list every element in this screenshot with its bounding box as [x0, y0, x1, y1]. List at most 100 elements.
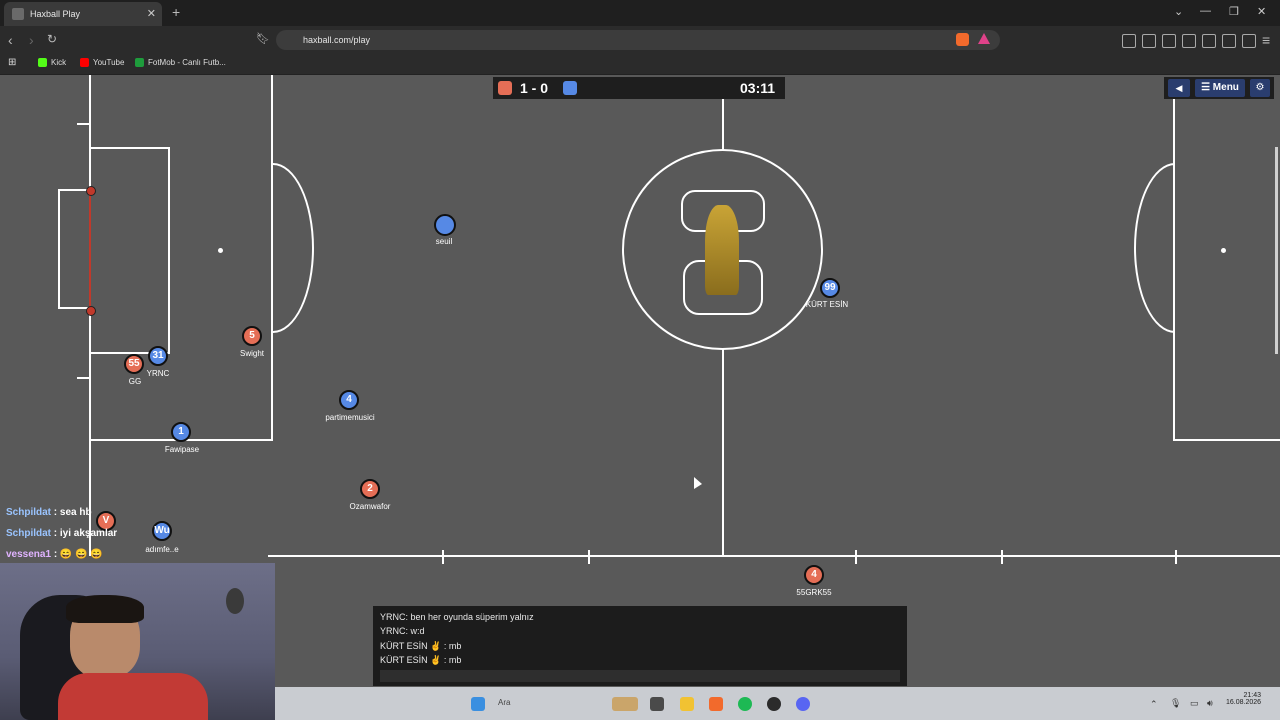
bookmark-label: Kick: [51, 58, 67, 67]
sidebar-icon[interactable]: [1182, 34, 1196, 48]
obs-icon[interactable]: [767, 697, 781, 711]
player-disc: [434, 214, 456, 236]
sideline-tick: [588, 550, 590, 564]
player-name: partimemusici: [325, 413, 375, 422]
penalty-arc: [273, 163, 314, 333]
player-disc: 31: [148, 346, 168, 366]
player-name: KÜRT ESİN: [805, 300, 849, 309]
streamer-hair: [66, 595, 144, 623]
sideline-tick: [855, 550, 857, 564]
player-disc: 5: [242, 326, 262, 346]
chat-message: KÜRT ESİN ✌ : mb: [380, 655, 462, 665]
clock-date: 16.08.2026: [1226, 699, 1262, 706]
tab-search-icon[interactable]: ⌄: [1174, 5, 1183, 18]
left-goal-net: [58, 189, 89, 309]
clock[interactable]: 21:43 16.08.2026: [1226, 692, 1261, 706]
taskbar-search[interactable]: Ara: [498, 698, 510, 707]
overlay-chat-message: : iyi akşamlar: [53, 528, 118, 539]
network-icon[interactable]: ▭: [1190, 698, 1199, 709]
minimize-icon[interactable]: —: [1200, 5, 1211, 17]
goal-box-side: [168, 147, 170, 354]
maximize-icon[interactable]: ❐: [1229, 5, 1239, 18]
player-disc: 55: [124, 354, 144, 374]
left-tick: [77, 377, 89, 379]
trophy-icon: [705, 205, 739, 295]
start-icon[interactable]: [471, 697, 485, 711]
webcam-overlay: [0, 563, 275, 720]
player-name: Swight: [239, 349, 265, 358]
penalty-area-side: [271, 75, 273, 441]
omnibox[interactable]: [276, 30, 1000, 50]
tab-title: Haxball Play: [30, 9, 81, 19]
right-penalty-area-bottom: [1173, 439, 1280, 441]
player-disc: 1: [171, 422, 191, 442]
overlay-chat-user: Schpildat: [6, 507, 52, 518]
url-text[interactable]: haxball.com/play: [303, 35, 370, 45]
bookmark-icon[interactable]: 🔖︎: [256, 32, 270, 45]
sound-icon[interactable]: ◀: [1168, 79, 1190, 97]
reload-icon[interactable]: ↻: [47, 32, 57, 46]
player-name: YRNC: [146, 369, 170, 378]
scrollbar[interactable]: [1275, 147, 1278, 354]
microphone-icon[interactable]: 🎙︎: [1170, 698, 1181, 709]
overlay-chat-user: Schpildat: [6, 528, 52, 539]
bookmark-youtube[interactable]: YouTube: [80, 58, 124, 68]
mouse-cursor-icon: [694, 477, 702, 489]
brave-icon[interactable]: [709, 697, 723, 711]
left-goal-mouth: [89, 190, 91, 310]
vpn-icon[interactable]: [1242, 34, 1256, 48]
bookmark-label: FotMob - Canlı Futb...: [148, 58, 226, 67]
task-view-icon[interactable]: [650, 697, 664, 711]
kick-icon: [38, 58, 47, 68]
tab-haxball[interactable]: Haxball Play ✕: [4, 2, 162, 26]
penalty-spot: [218, 248, 223, 253]
spotify-icon[interactable]: [738, 697, 752, 711]
bookmark-fotmob[interactable]: FotMob - Canlı Futb...: [135, 58, 226, 68]
chat-message: YRNC: ben her oyunda süperim yalnız: [380, 612, 534, 622]
sideline-tick: [442, 550, 444, 564]
volume-icon[interactable]: 🔊︎: [1207, 698, 1213, 709]
goal-post: [86, 186, 96, 196]
brave-shield-icon[interactable]: [956, 33, 969, 46]
discord-icon[interactable]: [796, 697, 810, 711]
haxball-favicon-icon: [12, 8, 24, 20]
forward-icon[interactable]: ›: [29, 32, 34, 48]
tab-close-icon[interactable]: ✕: [147, 7, 156, 20]
red-team-icon: [498, 81, 512, 95]
sideline-tick: [1001, 550, 1003, 564]
browser-menu-icon[interactable]: ≡: [1262, 32, 1270, 48]
chat-message: KÜRT ESİN ✌ : mb: [380, 641, 462, 651]
extensions-icon[interactable]: [1122, 34, 1136, 48]
leo-icon[interactable]: [1222, 34, 1236, 48]
window-close-icon[interactable]: ✕: [1257, 5, 1266, 18]
bookmark-kick[interactable]: Kick: [38, 58, 67, 68]
sideline-tick: [1175, 550, 1177, 564]
blue-team-icon: [563, 81, 577, 95]
media-icon[interactable]: [1162, 34, 1176, 48]
player-name: GG: [128, 377, 142, 386]
goal-box-top: [89, 147, 169, 149]
brave-rewards-icon[interactable]: [978, 33, 990, 44]
overlay-chat-line: Schpildat : sea hb: [6, 507, 92, 518]
download-icon[interactable]: [1142, 34, 1156, 48]
file-explorer-icon[interactable]: [680, 697, 694, 711]
match-timer: 03:11: [740, 80, 776, 96]
new-tab-button[interactable]: +: [172, 4, 180, 20]
player-disc: 4: [804, 565, 824, 585]
apps-icon[interactable]: ⊞: [8, 57, 16, 68]
player-name: adımfe..e: [145, 545, 179, 554]
widget-icon[interactable]: [612, 697, 638, 711]
player-name: 55GRK55: [796, 588, 832, 597]
score-text: 1 - 0: [520, 80, 549, 96]
player-disc: 2: [360, 479, 380, 499]
tray-chevron-icon[interactable]: ⌃: [1150, 699, 1158, 710]
chat-input[interactable]: [380, 670, 900, 682]
wall-object: [226, 588, 244, 614]
player-name: Ozamwafor: [349, 502, 391, 511]
tab-bar: [0, 0, 1280, 26]
back-icon[interactable]: ‹: [8, 32, 13, 48]
menu-button[interactable]: ☰ Menu: [1195, 79, 1245, 97]
gear-icon[interactable]: ⚙: [1250, 79, 1270, 97]
player-disc: Wu: [152, 521, 172, 541]
wallet-icon[interactable]: [1202, 34, 1216, 48]
